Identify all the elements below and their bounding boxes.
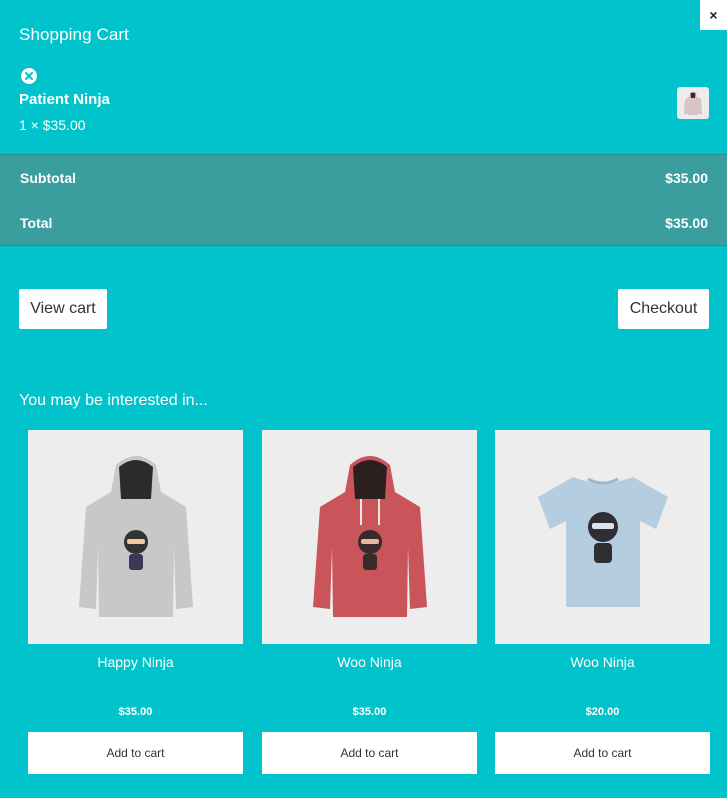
- product-image[interactable]: [262, 430, 477, 644]
- product-card: Woo Ninja $35.00 Add to cart: [262, 430, 477, 774]
- remove-item-icon[interactable]: [21, 68, 37, 84]
- subtotal-label: Subtotal: [20, 170, 76, 186]
- cart-item-quantity-price: 1 × $35.00: [19, 117, 86, 133]
- cart-item-name[interactable]: Patient Ninja: [19, 91, 110, 108]
- product-card: Happy Ninja $35.00 Add to cart: [28, 430, 243, 774]
- add-to-cart-button[interactable]: Add to cart: [28, 732, 243, 774]
- product-image[interactable]: [28, 430, 243, 644]
- product-price: $35.00: [352, 706, 387, 718]
- cart-item-thumbnail[interactable]: [677, 87, 709, 119]
- product-image[interactable]: [495, 430, 710, 644]
- product-name[interactable]: Woo Ninja: [262, 654, 477, 670]
- cart-title: Shopping Cart: [19, 25, 129, 44]
- total-label: Total: [20, 215, 53, 231]
- subtotal-value: $35.00: [665, 170, 708, 186]
- product-name[interactable]: Happy Ninja: [28, 654, 243, 670]
- add-to-cart-button[interactable]: Add to cart: [495, 732, 710, 774]
- close-button[interactable]: ×: [700, 0, 727, 30]
- recommendations-heading: You may be interested in...: [19, 392, 208, 409]
- product-name[interactable]: Woo Ninja: [495, 654, 710, 670]
- product-card: Woo Ninja $20.00 Add to cart: [495, 430, 710, 774]
- total-value: $35.00: [665, 215, 708, 231]
- product-price: $20.00: [585, 706, 620, 718]
- add-to-cart-button[interactable]: Add to cart: [262, 732, 477, 774]
- view-cart-button[interactable]: View cart: [19, 289, 107, 329]
- total-row: Total $35.00: [20, 215, 708, 231]
- checkout-button[interactable]: Checkout: [618, 289, 709, 329]
- subtotal-row: Subtotal $35.00: [20, 170, 708, 186]
- cart-totals: Subtotal $35.00 Total $35.00: [0, 154, 727, 246]
- product-price: $35.00: [118, 706, 153, 718]
